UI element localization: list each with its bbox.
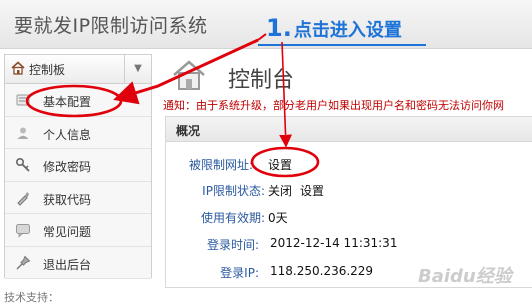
step-annotation: 1. 点击进入设置	[266, 14, 402, 42]
row-label: 被限制网址:	[188, 158, 253, 172]
chevron-down-icon[interactable]: ▼	[124, 55, 151, 83]
row-label: IP限制状态:	[202, 184, 265, 198]
sidebar-item-label: 修改密码	[43, 160, 92, 174]
sidebar-header-label: 控制板	[29, 63, 66, 77]
sidebar-item-logout[interactable]: 退出后台	[5, 246, 151, 279]
pin-icon	[16, 255, 31, 269]
sidebar-item-label: 退出后台	[43, 257, 92, 272]
home-icon	[11, 61, 25, 75]
sidebar-item-basic-config[interactable]: 基本配置	[5, 84, 151, 117]
sidebar-header[interactable]: 控制板 ▼	[5, 55, 151, 84]
watermark-logo: Baidu经验	[418, 266, 512, 287]
sidebar-item-label: 个人信息	[43, 127, 92, 142]
row-label: 使用有效期:	[200, 211, 265, 225]
page-title: 控制台	[228, 68, 295, 93]
login-time-value: 2012-12-14 11:31:31	[270, 236, 398, 250]
status-value: 关闭	[268, 184, 293, 198]
validity-value: 0天	[268, 211, 288, 225]
sidebar-item-get-code[interactable]: 获取代码	[5, 181, 151, 214]
site-title: 要就发IP限制访问系统	[14, 15, 208, 37]
sidebar-item-label: 常见问题	[43, 225, 92, 239]
row-login-time: 登录时间:	[165, 236, 259, 252]
top-bar: 要就发IP限制访问系统 1. 点击进入设置	[0, 0, 532, 49]
chat-icon	[16, 224, 30, 238]
sidebar-item-change-password[interactable]: 修改密码	[5, 149, 151, 182]
sidebar-item-label: 获取代码	[43, 192, 92, 207]
panel-title: 概况	[176, 124, 201, 138]
settings-link[interactable]: 设置	[268, 156, 292, 173]
row-restricted-url: 被限制网址:	[165, 156, 253, 172]
user-icon	[17, 127, 29, 139]
key-icon	[15, 157, 30, 172]
step-underline	[258, 44, 426, 46]
sidebar-item-label: 基本配置	[43, 95, 92, 109]
panel-header: 概况	[166, 117, 532, 142]
login-ip-value: 118.250.236.229	[270, 264, 374, 278]
row-validity: 使用有效期:	[165, 209, 265, 225]
code-icon	[17, 191, 29, 206]
sidebar: 控制板 ▼ 基本配置 个人信息 修改密码 获取代码 常见问题 退出后台	[4, 54, 152, 279]
row-ip-status: IP限制状态:	[165, 182, 265, 198]
row-label: 登录IP:	[220, 266, 259, 280]
row-label: 登录时间:	[206, 238, 259, 252]
sidebar-item-personal-info[interactable]: 个人信息	[5, 116, 151, 149]
sidebar-item-faq[interactable]: 常见问题	[5, 214, 151, 247]
home-icon	[173, 60, 205, 90]
system-notice: 通知：由于系统升级，部分老用户如果出现用户名和密码无法访问你网	[163, 99, 504, 112]
ip-settings-link[interactable]: 设置	[300, 182, 324, 199]
step-text: 点击进入设置	[293, 20, 402, 41]
sidebar-footer: 技术支持：	[4, 291, 59, 304]
row-login-ip: 登录IP:	[165, 264, 259, 280]
step-number: 1.	[266, 14, 292, 42]
settings-icon	[16, 94, 30, 106]
